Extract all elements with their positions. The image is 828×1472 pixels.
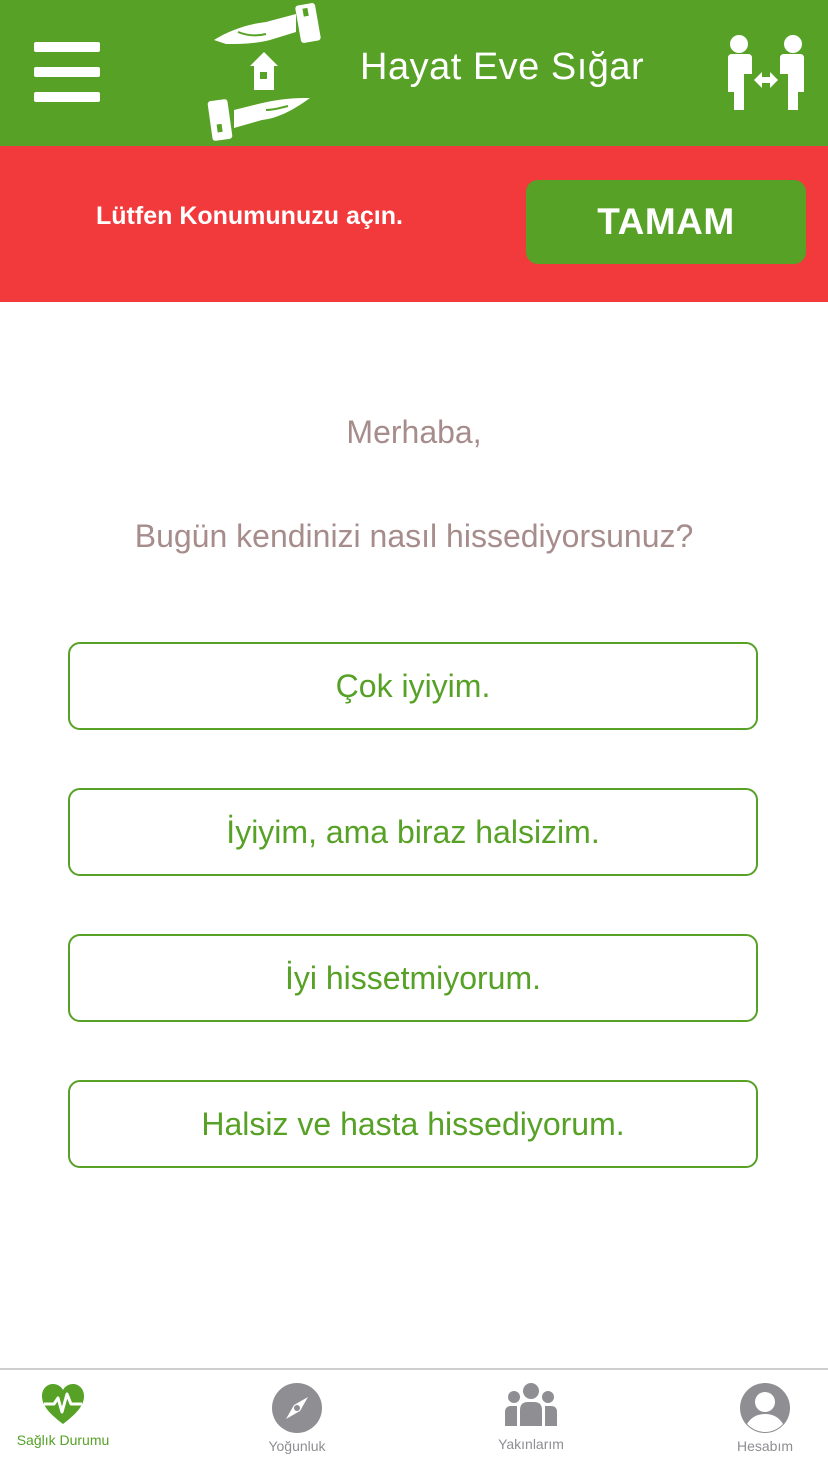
heart-pulse-icon — [42, 1384, 84, 1424]
ok-button[interactable]: TAMAM — [526, 180, 806, 264]
health-question: Bugün kendinizi nasıl hissediyorsunuz? — [134, 518, 694, 554]
app-title: Hayat Eve Sığar — [360, 46, 645, 88]
option-not-feeling-well[interactable]: İyi hissetmiyorum. — [68, 934, 758, 1022]
nav-item-account[interactable]: Hesabım — [706, 1370, 824, 1472]
menu-icon[interactable] — [34, 42, 100, 102]
option-good-bit-tired[interactable]: İyiyim, ama biraz halsizim. — [68, 788, 758, 876]
nav-label-relatives: Yakınlarım — [498, 1436, 564, 1452]
menu-line — [34, 92, 100, 102]
bottom-navigation: Sağlık Durumu Yoğunluk Yakınlarım Hesabı… — [0, 1368, 828, 1472]
location-alert-message: Lütfen Konumunuzu açın. — [96, 202, 403, 230]
account-icon — [740, 1383, 790, 1433]
menu-line — [34, 42, 100, 52]
nav-label-health-status: Sağlık Durumu — [16, 1432, 110, 1448]
nav-item-density[interactable]: Yoğunluk — [232, 1370, 362, 1472]
option-weak-and-sick[interactable]: Halsiz ve hasta hissediyorum. — [68, 1080, 758, 1168]
top-app-bar: Hayat Eve Sığar — [0, 0, 828, 146]
social-distance-icon[interactable] — [724, 34, 808, 112]
location-alert-bar: Lütfen Konumunuzu açın. TAMAM — [0, 146, 828, 302]
people-icon — [505, 1383, 557, 1426]
menu-line — [34, 67, 100, 77]
nav-item-health-status[interactable]: Sağlık Durumu — [0, 1370, 126, 1472]
compass-icon — [272, 1383, 322, 1433]
greeting-text: Merhaba, — [346, 414, 482, 450]
nav-item-relatives[interactable]: Yakınlarım — [466, 1370, 596, 1472]
option-very-good[interactable]: Çok iyiyim. — [68, 642, 758, 730]
hands-house-logo — [207, 3, 321, 141]
nav-label-density: Yoğunluk — [268, 1438, 326, 1454]
app-root: Hayat Eve Sığar Lütfen Konumunuzu açın. … — [0, 0, 828, 1472]
nav-label-account: Hesabım — [736, 1438, 794, 1454]
